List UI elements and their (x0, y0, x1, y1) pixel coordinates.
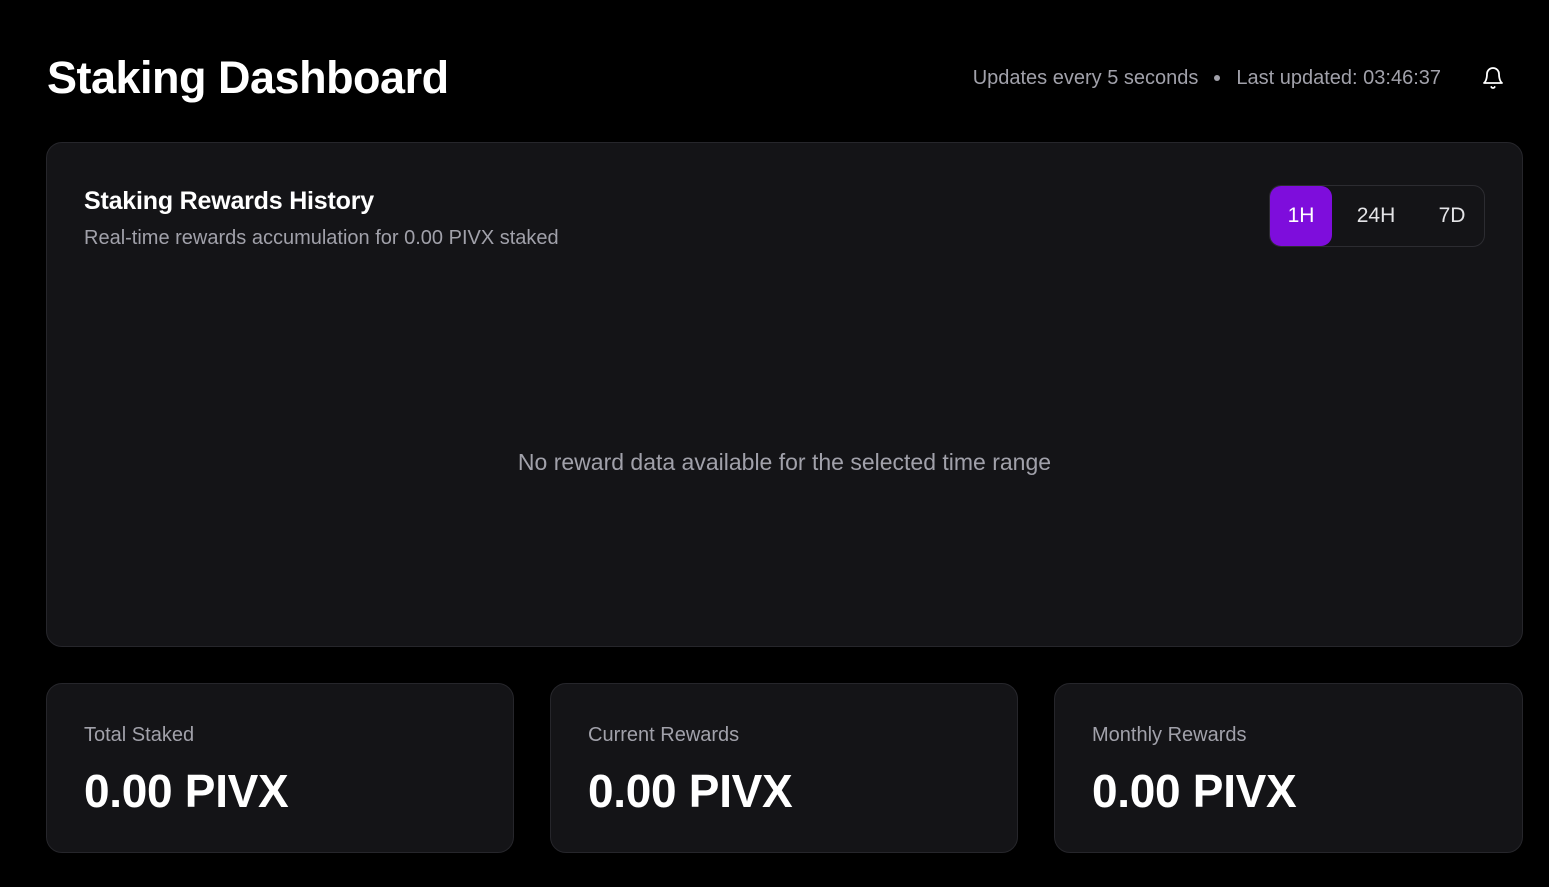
page-header: Staking Dashboard Updates every 5 second… (47, 50, 1507, 106)
range-tab-7d[interactable]: 7D (1420, 186, 1484, 246)
time-range-selector: 1H 24H 7D (1269, 185, 1485, 247)
stat-label: Current Rewards (588, 724, 740, 746)
current-rewards-card: Current Rewards 0.00 PIVX (550, 683, 1018, 853)
stat-label: Monthly Rewards (1092, 724, 1247, 746)
page-title: Staking Dashboard (47, 52, 449, 103)
staking-dashboard-page: Staking Dashboard Updates every 5 second… (0, 0, 1549, 887)
update-status: Updates every 5 seconds Last updated: 03… (973, 64, 1507, 92)
monthly-rewards-card: Monthly Rewards 0.00 PIVX (1054, 683, 1523, 853)
rewards-history-card: Staking Rewards History Real-time reward… (46, 142, 1523, 647)
update-interval-text: Updates every 5 seconds (972, 66, 1199, 89)
stat-value: 0.00 PIVX (1092, 765, 1297, 817)
separator-dot (1214, 75, 1221, 81)
stat-label: Total Staked (84, 724, 195, 746)
bell-icon (1483, 67, 1503, 89)
range-tab-1h[interactable]: 1H (1270, 186, 1332, 246)
range-tab-24h[interactable]: 24H (1332, 186, 1420, 246)
empty-state-message: No reward data available for the selecte… (517, 449, 1052, 475)
notifications-button[interactable] (1479, 64, 1507, 92)
stat-value: 0.00 PIVX (588, 765, 793, 817)
chart-subtitle: Real-time rewards accumulation for 0.00 … (84, 227, 559, 249)
last-updated-text: Last updated: 03:46:37 (1236, 66, 1441, 89)
total-staked-card: Total Staked 0.00 PIVX (46, 683, 514, 853)
chart-title: Staking Rewards History (84, 187, 374, 215)
stat-value: 0.00 PIVX (84, 765, 289, 817)
